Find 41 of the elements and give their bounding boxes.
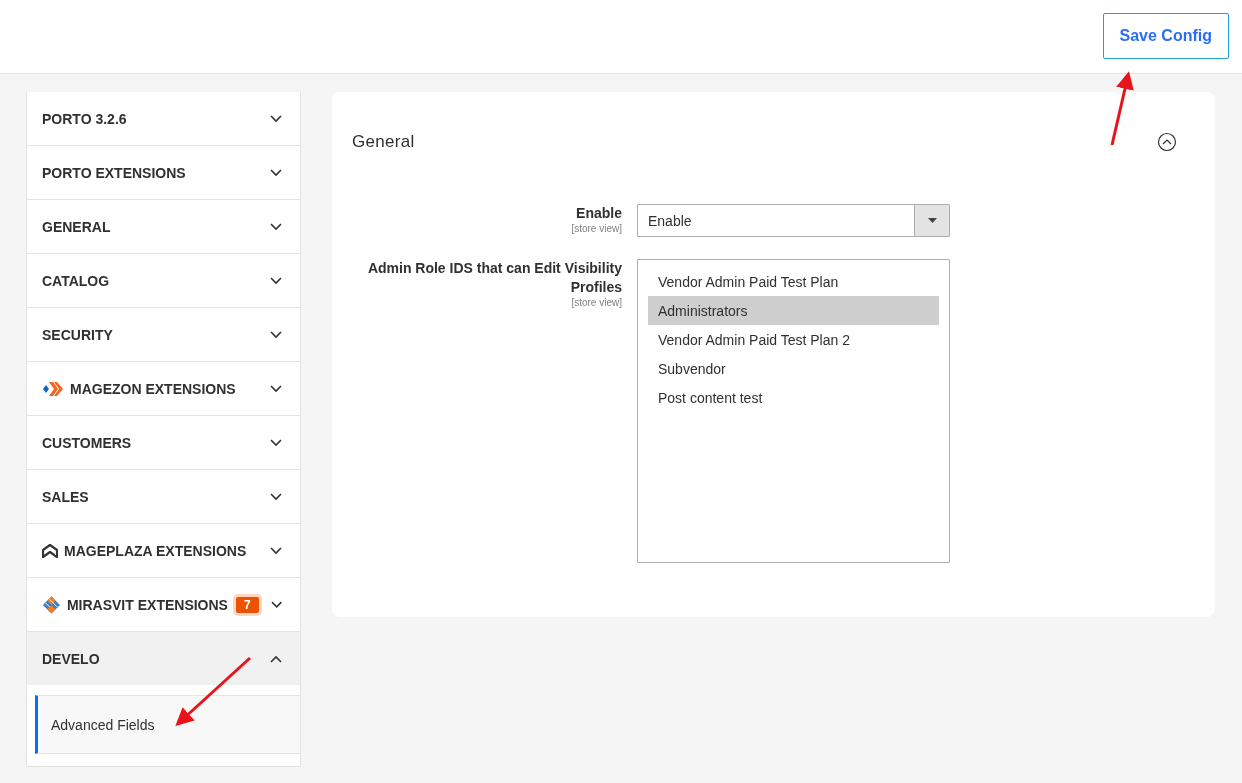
enable-dropdown[interactable]: Enable	[637, 204, 950, 237]
diamond-logo-icon	[42, 594, 61, 615]
roof-logo-icon	[42, 543, 58, 558]
list-option[interactable]: Administrators	[648, 296, 939, 325]
section-title[interactable]: SALES	[42, 488, 89, 505]
section-title[interactable]: CATALOG	[42, 272, 110, 289]
multiselect-list[interactable]: Vendor Admin Paid Test Plan Administrators Vendor Admin Paid Test Plan 2 Subvendor Post content test	[637, 259, 950, 563]
chevron-icon[interactable]	[270, 168, 282, 177]
chevron-icon[interactable]	[270, 114, 282, 123]
caret-icon	[927, 218, 937, 223]
section-title[interactable]: PORTO EXTENSIONS	[42, 164, 186, 181]
list-option[interactable]: Post content test	[648, 383, 939, 412]
scope-label: [store view]	[571, 297, 622, 308]
chevron-icon[interactable]	[270, 600, 282, 609]
scope-label: [store view]	[571, 223, 622, 234]
chevrons-logo-icon	[42, 379, 64, 398]
list-option[interactable]: Subvendor	[648, 354, 939, 383]
chevron-icon[interactable]	[270, 276, 282, 285]
list-option[interactable]: Vendor Admin Paid Test Plan 2	[648, 325, 939, 354]
section-title[interactable]: SECURITY	[42, 326, 113, 343]
section-title[interactable]: GENERAL	[42, 218, 111, 235]
section-title[interactable]: MIRASVIT EXTENSIONS	[66, 596, 228, 613]
collapse-icon[interactable]	[1157, 132, 1177, 152]
section-title[interactable]: DEVELO	[42, 650, 100, 667]
chevron-icon[interactable]	[270, 654, 282, 663]
chevron-icon[interactable]	[270, 384, 282, 393]
section-title: General	[352, 132, 415, 152]
field-label: Admin Role IDS that can Edit Visibility Profiles	[366, 259, 622, 297]
section-title[interactable]: PORTO 3.2.6	[42, 110, 127, 127]
count-badge: 7	[235, 596, 259, 613]
section-title[interactable]: CUSTOMERS	[42, 434, 132, 451]
field-label: Enable	[576, 204, 622, 223]
chevron-icon[interactable]	[270, 492, 282, 501]
chevron-icon[interactable]	[270, 330, 282, 339]
sidebar-link[interactable]: Advanced Fields	[35, 695, 300, 754]
list-option[interactable]: Vendor Admin Paid Test Plan	[648, 267, 939, 296]
chevron-icon[interactable]	[270, 222, 282, 231]
chevron-icon[interactable]	[270, 546, 282, 555]
save-config-button[interactable]: Save Config	[1102, 13, 1229, 59]
chevron-icon[interactable]	[270, 438, 282, 447]
section-title[interactable]: MAGEZON EXTENSIONS	[70, 380, 236, 397]
